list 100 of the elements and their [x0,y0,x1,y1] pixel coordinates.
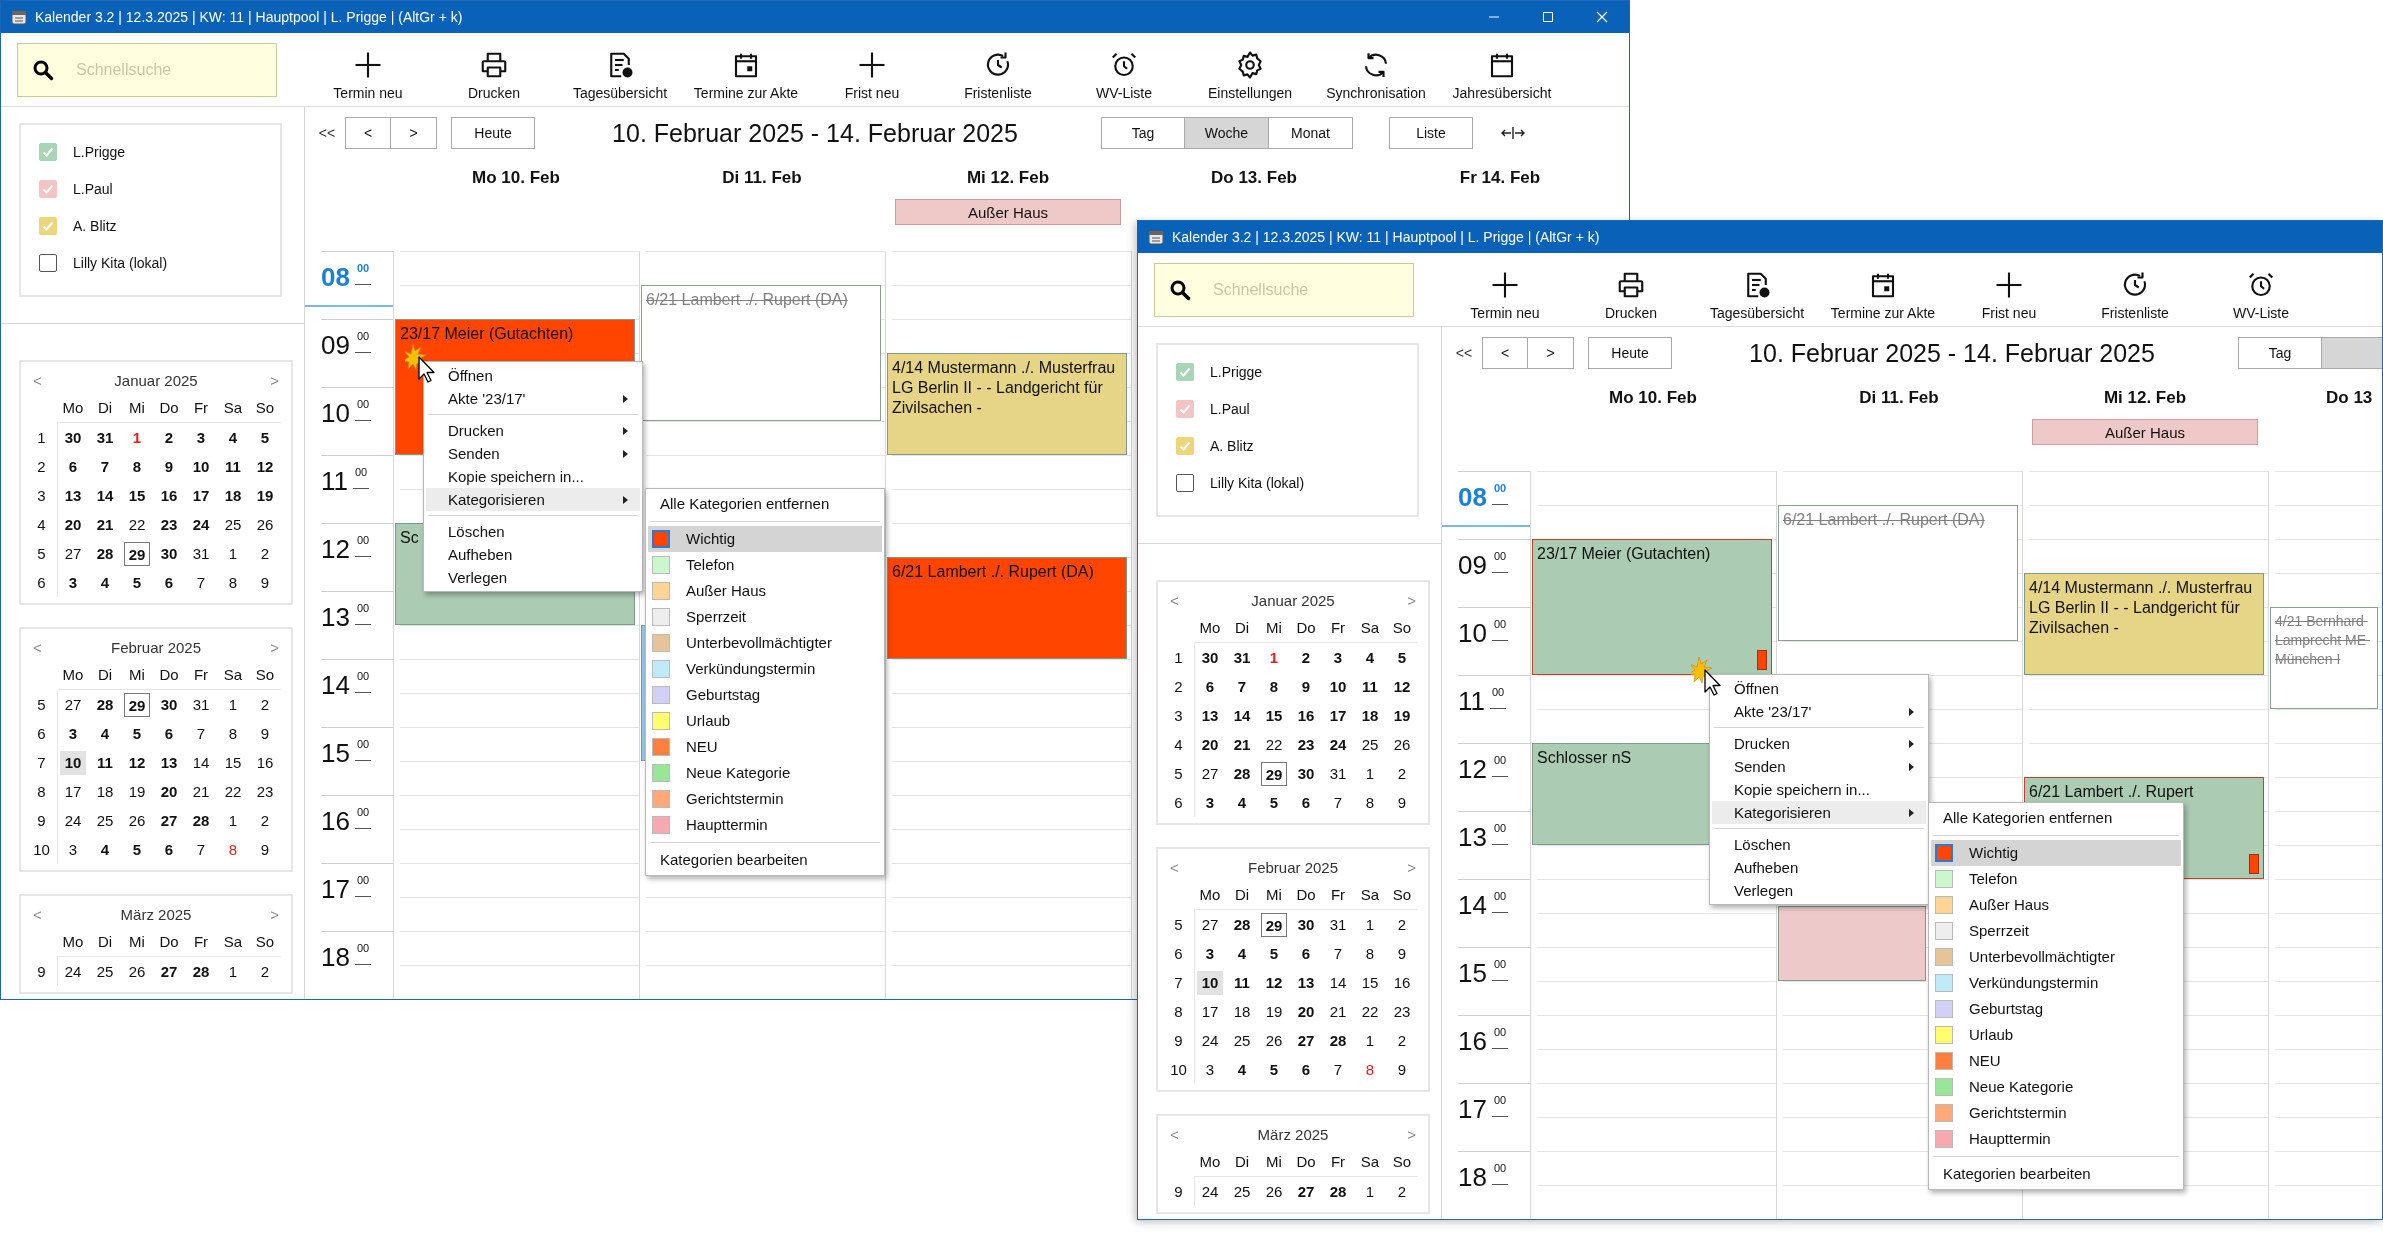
week-number: 4 [1163,730,1195,759]
weekday-label: Di [89,928,121,957]
hour-label: 17 [1458,1094,1487,1124]
weekday-label: Mo [1194,614,1226,643]
day-header: Mi 12. Feb [2103,388,2187,407]
week-number: 1 [26,423,58,452]
calendar-name: Lilly Kita (lokal) [73,254,168,271]
minute-label: 00 [353,466,370,489]
weekday-label: So [249,928,281,957]
minute-label: 00 [1491,1162,1509,1185]
minute-label: 00 [1491,1026,1509,1049]
hour-label: 10 [321,398,350,428]
date-range-title: 10. Februar 2025 - 14. Februar 2025 [611,118,1019,148]
weekday-label: Do [153,928,185,957]
month-title: Januar 2025 [1251,591,1335,609]
date-range-title: 10. Februar 2025 - 14. Februar 2025 [1748,338,2156,368]
weekday-label: Do [153,394,185,423]
weekday-label: Sa [217,394,249,423]
day-header: Do 13 [2325,388,2374,408]
hour-label: 18 [1458,1162,1487,1192]
week-number: 3 [1163,701,1195,730]
week-number: 5 [26,690,58,719]
weekday-label: Mo [57,394,89,423]
minute-label: 00 [354,806,372,829]
week-number: 9 [26,806,58,835]
hour-label: 10 [1458,618,1487,648]
minute-label: 00 [354,738,372,761]
hour-label: 13 [321,602,350,632]
hour-label: 17 [321,874,350,904]
weekday-label: Fr [1322,881,1354,910]
week-number: 1 [1163,643,1195,672]
weekday-label: Do [1290,881,1322,910]
calendar-name: L.Paul [1210,400,1250,417]
hour-label: 15 [321,738,350,768]
week-number: 5 [1163,759,1195,788]
weekday-label: Do [1290,614,1322,643]
weekday-label: Do [1290,1148,1322,1177]
minute-label: 00 [354,262,372,285]
weekday-label: Mi [121,928,153,957]
hour-label: 15 [1458,958,1487,988]
minute-label: 00 [1490,686,1507,709]
week-number: 8 [1163,997,1195,1026]
weekday-label: Mo [57,661,89,690]
week-number: 10 [1163,1055,1195,1084]
hour-label: 18 [321,942,350,972]
calendar-name: L.Prigge [73,143,126,160]
week-number: 2 [1163,672,1195,701]
weekday-label: Sa [1354,614,1386,643]
minute-label: 00 [1491,754,1509,777]
week-number: 6 [1163,939,1195,968]
hour-label: 08 [321,262,350,292]
week-number: 2 [26,452,58,481]
calendar-name: L.Paul [73,180,113,197]
weekday-label: So [1386,614,1418,643]
weekday-label: Mo [57,928,89,957]
hour-label: 09 [321,330,350,360]
weekday-label: Do [153,661,185,690]
weekday-label: Fr [1322,614,1354,643]
weekday-label: Sa [217,928,249,957]
week-number: 9 [26,957,58,986]
week-number: 6 [26,719,58,748]
weekday-label: Di [89,661,121,690]
week-number: 5 [26,539,58,568]
weekday-label: So [1386,1148,1418,1177]
weekday-label: Sa [1354,881,1386,910]
week-number: 10 [26,835,58,864]
weekday-label: Di [1226,881,1258,910]
window-title: Kalender 3.2 | 12.3.2025 | KW: 11 | Hauptpool | L. Prigge | (AltGr + k) [1172,229,1600,245]
weekday-label: Di [89,394,121,423]
minute-label: 00 [354,330,372,353]
weekday-label: Mi [1258,881,1290,910]
minute-label: 00 [354,874,372,897]
hour-label: 14 [321,670,350,700]
month-title: März 2025 [1257,1125,1329,1143]
day-header: Mo 10. Feb [472,168,560,187]
calendar-name: A. Blitz [73,217,117,234]
weekday-label: Sa [217,661,249,690]
minute-label: 00 [1491,1094,1509,1117]
minute-label: 00 [1491,822,1509,845]
minute-label: 00 [354,602,372,625]
week-number: 5 [1163,910,1195,939]
minute-label: 00 [1491,550,1509,573]
minute-label: 00 [1491,890,1509,913]
day-header: Di 11. Feb [722,168,802,187]
hour-label: 11 [321,466,348,496]
hour-label: 16 [1458,1026,1487,1056]
minute-label: 00 [1491,482,1509,505]
week-number: 6 [26,568,58,597]
week-number: 6 [1163,788,1195,817]
weekday-label: Fr [185,394,217,423]
weekday-label: Fr [185,661,217,690]
weekday-label: Mi [121,661,153,690]
weekday-label: Mi [121,394,153,423]
week-number: 7 [26,748,58,777]
weekday-label: Mi [1258,1148,1290,1177]
weekday-label: Sa [1354,1148,1386,1177]
minute-label: 00 [354,398,372,421]
minute-label: 00 [1491,958,1509,981]
week-number: 3 [26,481,58,510]
weekday-label: Di [1226,1148,1258,1177]
